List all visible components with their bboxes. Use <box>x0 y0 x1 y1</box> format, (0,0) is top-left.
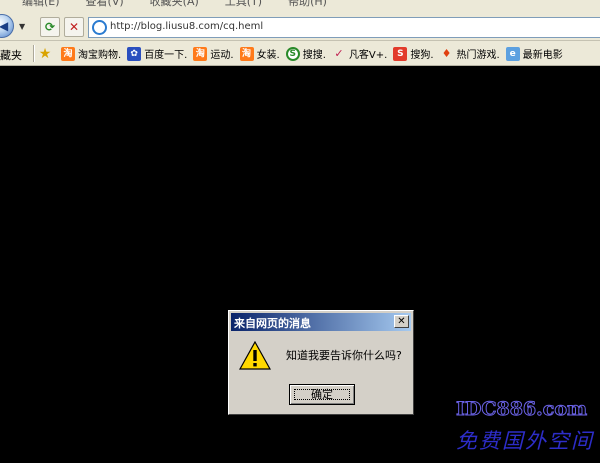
dialog-message: 知道我要告诉你什么吗? <box>286 349 402 362</box>
favorites-label[interactable]: 藏夹 <box>0 47 22 63</box>
address-bar[interactable]: http://blog.liusu8.com/cq.heml <box>88 17 600 38</box>
favorite-label: 凡客V+. <box>348 50 388 61</box>
favorite-item-taobao[interactable]: 淘 淘宝购物. <box>61 45 121 62</box>
favorite-label: 热门游戏. <box>456 50 500 61</box>
favorite-label: 女装. <box>256 50 280 61</box>
favorite-label: 淘宝购物. <box>78 50 122 61</box>
ok-button[interactable]: 确定 <box>289 384 355 405</box>
warning-icon <box>239 341 271 370</box>
add-favorite-button[interactable]: ★ <box>38 45 55 62</box>
favorites-items: ★ 淘 淘宝购物. ✿ 百度一下. 淘 运动. 淘 女装. S 搜搜. ✓ 凡客… <box>38 45 569 62</box>
favorites-separator <box>33 45 35 62</box>
baidu-paw-icon: ✿ <box>127 46 142 61</box>
soso-icon: S <box>285 46 300 61</box>
dialog-title: 来自网页的消息 <box>234 317 311 330</box>
dialog-title-bar[interactable]: 来自网页的消息 ✕ <box>231 313 411 331</box>
favorite-item-movies[interactable]: e 最新电影 <box>505 45 563 62</box>
menu-items: 编辑(E) 查看(V) 收藏夹(A) 工具(T) 帮助(H) <box>22 0 327 8</box>
stop-icon: ✕ <box>68 20 80 34</box>
back-arrow-icon: ◀ <box>0 19 9 33</box>
favorite-item-sogou[interactable]: S 搜狗. <box>393 45 434 62</box>
ok-label: 确定 <box>311 388 333 401</box>
dialog-close-button[interactable]: ✕ <box>394 315 409 328</box>
favorite-label: 百度一下. <box>144 50 188 61</box>
vancl-icon: ✓ <box>334 46 344 60</box>
watermark-tagline: 免费国外空间 <box>456 429 594 453</box>
favorite-item-soso[interactable]: S 搜搜. <box>285 45 326 62</box>
add-favorite-star-icon: ★ <box>38 45 52 62</box>
favorite-label: 搜搜. <box>302 50 326 61</box>
taobao-icon: 淘 <box>239 46 254 61</box>
favorite-item-games[interactable]: ♦ 热门游戏. <box>440 45 500 62</box>
watermark-domain: IDC886.com <box>455 398 588 421</box>
close-icon: ✕ <box>397 316 406 327</box>
sogou-icon: S <box>393 46 408 61</box>
favorite-item-sport[interactable]: 淘 运动. <box>193 45 234 62</box>
menu-view[interactable]: 查看(V) <box>86 0 124 8</box>
taobao-icon: 淘 <box>61 46 75 61</box>
back-button[interactable]: ◀ <box>0 14 14 38</box>
menu-help[interactable]: 帮助(H) <box>288 0 327 8</box>
menu-edit[interactable]: 编辑(E) <box>22 0 60 8</box>
stop-button[interactable]: ✕ <box>64 17 84 37</box>
browser-toolbar: ◀ ▼ ⟳ ✕ http://blog.liusu8.com/cq.heml <box>0 8 600 41</box>
taobao-icon: 淘 <box>193 46 208 61</box>
favorite-label: 运动. <box>210 50 234 61</box>
page-icon <box>92 20 107 35</box>
history-dropdown-icon[interactable]: ▼ <box>19 22 25 31</box>
menu-favorites[interactable]: 收藏夹(A) <box>150 0 199 8</box>
favorite-item-womenswear[interactable]: 淘 女装. <box>239 45 280 62</box>
refresh-button[interactable]: ⟳ <box>40 17 60 37</box>
ie-page-icon: e <box>505 46 520 61</box>
menu-bar: 编辑(E) 查看(V) 收藏夹(A) 工具(T) 帮助(H) <box>0 0 600 8</box>
game-icon: ♦ <box>441 46 452 60</box>
favorite-item-baidu[interactable]: ✿ 百度一下. <box>127 45 187 62</box>
favorite-item-vancl[interactable]: ✓ 凡客V+. <box>332 45 387 62</box>
address-url[interactable]: http://blog.liusu8.com/cq.heml <box>110 21 263 32</box>
alert-dialog: 来自网页的消息 ✕ 知道我要告诉你什么吗? 确定 <box>228 310 414 415</box>
favorite-label: 最新电影 <box>522 50 563 61</box>
favorite-label: 搜狗. <box>410 50 434 61</box>
refresh-icon: ⟳ <box>44 20 56 34</box>
menu-tools[interactable]: 工具(T) <box>225 0 262 8</box>
favorites-bar: 藏夹 ★ 淘 淘宝购物. ✿ 百度一下. 淘 运动. 淘 女装. S 搜搜. ✓… <box>0 41 600 66</box>
